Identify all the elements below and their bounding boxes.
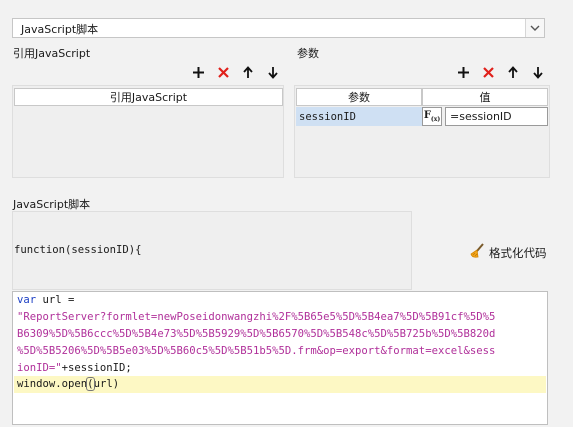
code-line-3: B6309%5D%5B6ccc%5D%5B4e73%5D%5B5929%5D%5… [17,328,496,340]
ref-js-title: 引用JavaScript [13,47,91,60]
code-line-5-rest: +sessionID; [61,362,132,374]
code-line-6-pre: window.open [17,378,88,390]
code-editor[interactable]: var url = "ReportServer?formlet=newPosei… [12,291,548,425]
params-column-name: 参数 [296,88,422,106]
delete-icon[interactable] [214,63,232,81]
code-line-6-post: url) [93,378,120,390]
ref-js-column-header: 引用JavaScript [14,88,283,106]
format-code-label: 格式化代码 [489,245,547,260]
param-value-input[interactable]: =sessionID [445,107,548,126]
move-down-icon[interactable] [264,63,282,81]
code-line-5-string: ionID=" [17,362,62,374]
script-type-select[interactable]: JavaScript脚本 [12,18,545,38]
ref-js-toolbar [189,63,282,81]
add-icon[interactable] [454,63,472,81]
formula-icon: F(x) [423,110,441,123]
script-type-value: JavaScript脚本 [21,23,99,36]
broom-icon [469,243,485,262]
code-keyword-var: var [17,294,37,306]
function-signature-panel: function(sessionID){ [12,211,412,290]
code-line-2: "ReportServer?formlet=newPoseidonwangzhi… [17,311,496,323]
chevron-down-icon[interactable] [525,19,544,37]
move-up-icon[interactable] [239,63,257,81]
code-line-1-rest: url = [36,294,75,306]
params-column-value: 值 [422,88,548,106]
format-code-button[interactable]: 格式化代码 [469,243,547,262]
params-title: 参数 [297,47,319,60]
formula-button[interactable]: F(x) [422,107,442,126]
params-toolbar [454,63,547,81]
add-icon[interactable] [189,63,207,81]
param-name-cell[interactable]: sessionID [296,107,422,126]
function-signature: function(sessionID){ [14,244,142,256]
params-table: 参数 值 sessionID F(x) =sessionID [294,85,550,178]
js-script-title: JavaScript脚本 [13,198,91,211]
move-up-icon[interactable] [504,63,522,81]
code-line-4: %5D%5B5206%5D%5B5e03%5D%5B60c5%5D%5B51b5… [17,345,496,357]
ref-js-table: 引用JavaScript [12,85,284,178]
delete-icon[interactable] [479,63,497,81]
move-down-icon[interactable] [529,63,547,81]
